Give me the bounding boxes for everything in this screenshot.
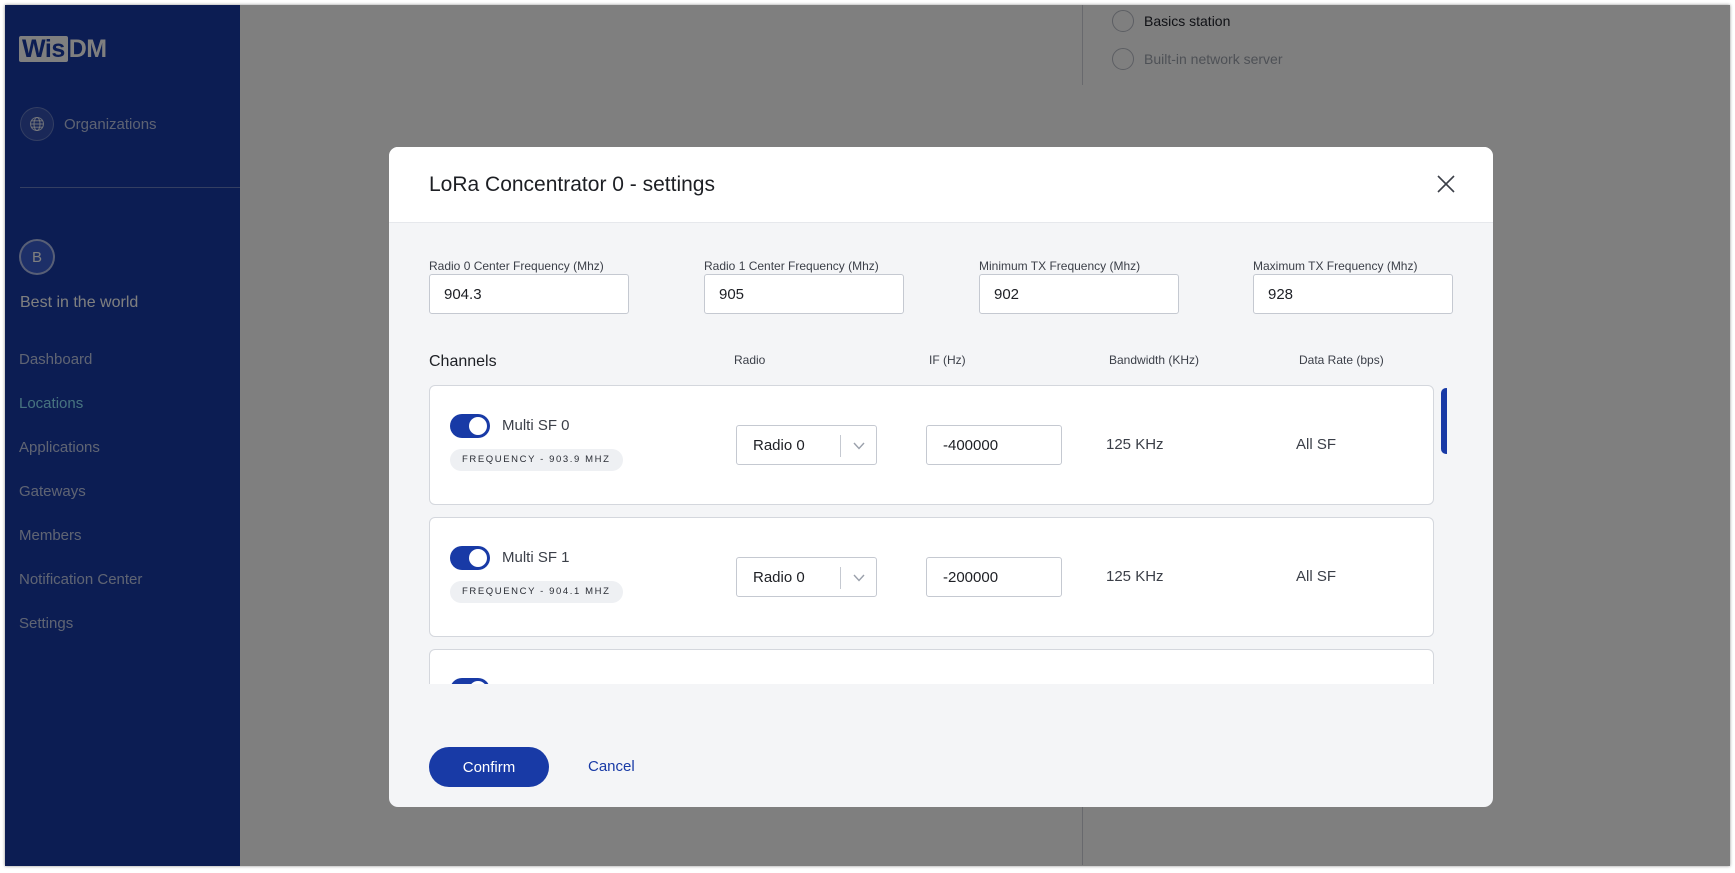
radio0-center-frequency-input[interactable] <box>429 274 629 314</box>
modal-header: LoRa Concentrator 0 - settings <box>389 147 1493 223</box>
radio0-center-frequency-label: Radio 0 Center Frequency (Mhz) <box>429 259 604 273</box>
radio0-center-frequency-field: Radio 0 Center Frequency (Mhz) <box>429 258 629 314</box>
channel-name: Multi SF 1 <box>502 549 570 566</box>
channel-row: Multi SF 1 FREQUENCY - 904.1 MHZ Radio 0… <box>429 517 1434 637</box>
column-header-bandwidth: Bandwidth (KHz) <box>1109 353 1200 367</box>
channel-radio-value: Radio 0 <box>753 437 805 454</box>
select-separator <box>840 567 841 589</box>
confirm-button[interactable]: Confirm <box>429 747 549 787</box>
chevron-down-icon <box>853 442 865 450</box>
channel-data-rate: All SF <box>1296 568 1337 585</box>
channel-radio-select[interactable]: Radio 0 <box>736 557 877 597</box>
channel-bandwidth: 125 KHz <box>1106 568 1164 585</box>
radio1-center-frequency-field: Radio 1 Center Frequency (Mhz) <box>704 258 904 314</box>
channel-frequency-badge: FREQUENCY - 903.9 MHZ <box>450 449 623 471</box>
max-tx-frequency-input[interactable] <box>1253 274 1453 314</box>
radio1-center-frequency-label: Radio 1 Center Frequency (Mhz) <box>704 259 879 273</box>
channel-data-rate: All SF <box>1296 436 1337 453</box>
channel-radio-value: Radio 0 <box>753 569 805 586</box>
channel-frequency-badge: FREQUENCY - 904.1 MHZ <box>450 581 623 603</box>
channel-if-input[interactable] <box>926 425 1062 465</box>
modal-title: LoRa Concentrator 0 - settings <box>429 173 715 196</box>
column-header-radio: Radio <box>734 353 766 367</box>
channel-enable-toggle[interactable] <box>450 414 490 438</box>
channels-scrollbar[interactable] <box>1441 388 1447 454</box>
chevron-down-icon <box>853 574 865 582</box>
cancel-button[interactable]: Cancel <box>588 758 635 775</box>
channel-radio-select[interactable]: Radio 0 <box>736 425 877 465</box>
column-header-if: IF (Hz) <box>929 353 966 367</box>
channels-title: Channels <box>429 353 497 370</box>
lora-settings-modal: LoRa Concentrator 0 - settings Radio 0 C… <box>389 147 1493 807</box>
channel-row: Multi SF 0 FREQUENCY - 903.9 MHZ Radio 0… <box>429 385 1434 505</box>
channel-enable-toggle[interactable] <box>450 678 490 684</box>
app-window: Basics station Built-in network server W… <box>5 5 1730 866</box>
column-header-data-rate: Data Rate (bps) <box>1299 353 1384 367</box>
radio1-center-frequency-input[interactable] <box>704 274 904 314</box>
channel-if-input[interactable] <box>926 557 1062 597</box>
channel-enable-toggle[interactable] <box>450 546 490 570</box>
max-tx-frequency-field: Maximum TX Frequency (Mhz) <box>1253 258 1453 314</box>
close-icon <box>1437 175 1455 193</box>
min-tx-frequency-field: Minimum TX Frequency (Mhz) <box>979 258 1179 314</box>
channel-name: Multi SF 0 <box>502 417 570 434</box>
min-tx-frequency-label: Minimum TX Frequency (Mhz) <box>979 259 1141 273</box>
channels-list[interactable]: Multi SF 0 FREQUENCY - 903.9 MHZ Radio 0… <box>429 385 1447 684</box>
channel-row <box>429 649 1434 684</box>
max-tx-frequency-label: Maximum TX Frequency (Mhz) <box>1253 259 1418 273</box>
select-separator <box>840 435 841 457</box>
channel-bandwidth: 125 KHz <box>1106 436 1164 453</box>
close-button[interactable] <box>1433 171 1459 197</box>
min-tx-frequency-input[interactable] <box>979 274 1179 314</box>
